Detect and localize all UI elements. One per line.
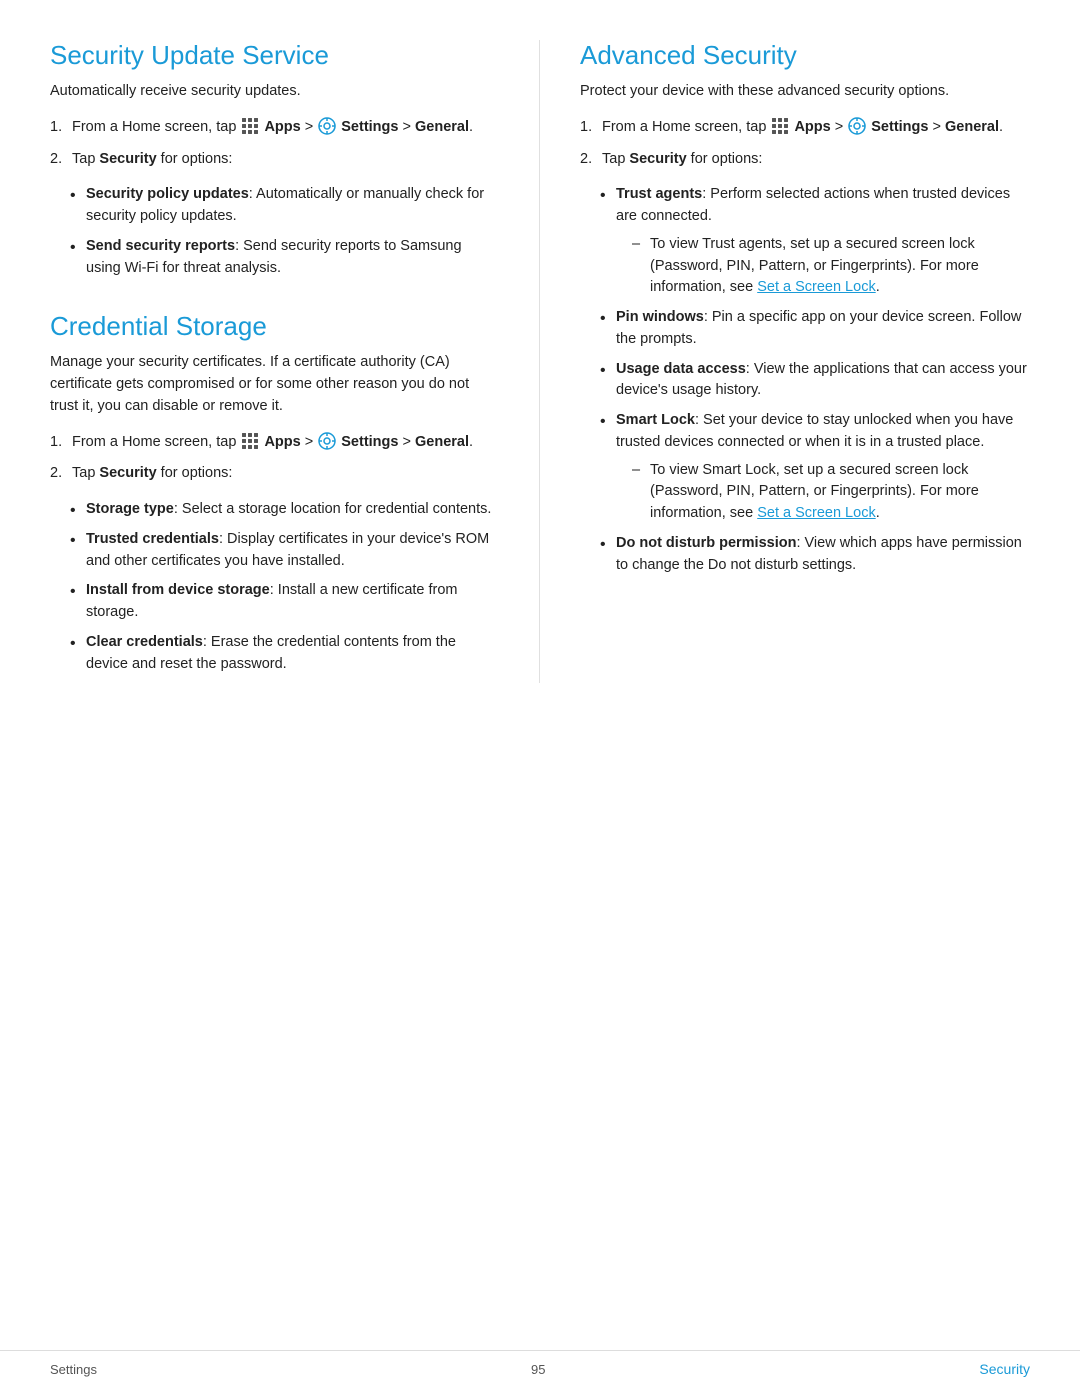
security-update-service-steps: 1. From a Home screen, tap	[50, 117, 499, 171]
smart-lock-period: .	[876, 505, 880, 521]
advanced-security-intro: Protect your device with these advanced …	[580, 81, 1030, 103]
general-label-2: General	[415, 434, 469, 450]
apps-label-3: Apps	[794, 119, 830, 135]
bullet-send-security: Send security reports: Send security rep…	[70, 236, 499, 280]
apps-label-2: Apps	[264, 434, 300, 450]
left-column: Security Update Service Automatically re…	[50, 40, 540, 683]
cred-step-2: 2. Tap Security for options:	[50, 463, 499, 485]
security-update-bullets: Security policy updates: Automatically o…	[70, 184, 499, 279]
credential-storage-bullets: Storage type: Select a storage location …	[70, 499, 499, 675]
credential-storage-title: Credential Storage	[50, 311, 499, 342]
step-1-text: From a Home screen, tap	[72, 119, 473, 135]
bullet-bold: Clear credentials	[86, 634, 203, 650]
bullet-bold: Do not disturb permission	[616, 535, 796, 551]
step-num-1: 1.	[50, 432, 62, 454]
cred-step-1: 1. From a Home screen, tap	[50, 432, 499, 454]
settings-icon-2	[318, 432, 336, 450]
bullet-rest: : Select a storage location for credenti…	[174, 501, 492, 517]
apps-icon	[241, 117, 259, 135]
trust-agents-period: .	[876, 279, 880, 295]
apps-label: Apps	[264, 119, 300, 135]
advanced-security-title: Advanced Security	[580, 40, 1030, 71]
step-2-text: Tap Security for options:	[72, 151, 232, 167]
bullet-bold: Usage data access	[616, 361, 746, 377]
step-num-2: 2.	[50, 149, 62, 171]
adv-step-1: 1. From a Home screen, tap	[580, 117, 1030, 139]
step-num-1: 1.	[50, 117, 62, 139]
security-update-service-title: Security Update Service	[50, 40, 499, 71]
bullet-bold: Install from device storage	[86, 582, 270, 598]
credential-storage-intro: Manage your security certificates. If a …	[50, 352, 499, 417]
settings-label: Settings	[341, 119, 398, 135]
step-2: 2. Tap Security for options:	[50, 149, 499, 171]
right-column: Advanced Security Protect your device wi…	[540, 40, 1030, 683]
advanced-security-steps: 1. From a Home screen, tap	[580, 117, 1030, 171]
bullet-bold: Storage type	[86, 501, 174, 517]
bullet-trusted-creds: Trusted credentials: Display certificate…	[70, 529, 499, 573]
cred-step-1-text: From a Home screen, tap	[72, 434, 473, 450]
bullet-bold: Pin windows	[616, 309, 704, 325]
bullet-security-policy: Security policy updates: Automatically o…	[70, 184, 499, 228]
footer-left: Settings	[50, 1362, 97, 1377]
bullet-pin-windows: Pin windows: Pin a specific app on your …	[600, 307, 1030, 351]
adv-step-1-text: From a Home screen, tap	[602, 119, 1003, 135]
smart-lock-sub-item: To view Smart Lock, set up a secured scr…	[632, 460, 1030, 525]
set-screen-lock-link-2[interactable]: Set a Screen Lock	[757, 505, 876, 521]
bullet-bold: Send security reports	[86, 238, 235, 254]
bullet-bold: Trusted credentials	[86, 531, 219, 547]
credential-storage-section: Credential Storage Manage your security …	[50, 311, 499, 675]
advanced-security-bullets: Trust agents: Perform selected actions w…	[600, 184, 1030, 576]
settings-icon	[318, 117, 336, 135]
bullet-storage-type: Storage type: Select a storage location …	[70, 499, 499, 521]
trust-agents-sub: To view Trust agents, set up a secured s…	[632, 234, 1030, 299]
adv-step-num-1: 1.	[580, 117, 592, 139]
page-number: 95	[531, 1362, 545, 1377]
bullet-clear-creds: Clear credentials: Erase the credential …	[70, 632, 499, 676]
adv-step-2-text: Tap Security for options:	[602, 151, 762, 167]
apps-icon-3	[771, 117, 789, 135]
advanced-security-section: Advanced Security Protect your device wi…	[580, 40, 1030, 576]
page-footer: Settings 95 Security	[0, 1350, 1080, 1377]
set-screen-lock-link-1[interactable]: Set a Screen Lock	[757, 279, 876, 295]
bullet-bold: Security policy updates	[86, 186, 249, 202]
footer-right: Security	[979, 1361, 1030, 1377]
trust-agents-sub-item: To view Trust agents, set up a secured s…	[632, 234, 1030, 299]
cred-step-2-text: Tap Security for options:	[72, 465, 232, 481]
adv-step-num-2: 2.	[580, 149, 592, 171]
security-update-service-intro: Automatically receive security updates.	[50, 81, 499, 103]
bullet-usage-data: Usage data access: View the applications…	[600, 359, 1030, 403]
step-num-2b: 2.	[50, 463, 62, 485]
bullet-trust-agents: Trust agents: Perform selected actions w…	[600, 184, 1030, 299]
bullet-do-not-disturb: Do not disturb permission: View which ap…	[600, 533, 1030, 577]
smart-lock-sub: To view Smart Lock, set up a secured scr…	[632, 460, 1030, 525]
settings-icon-3	[848, 117, 866, 135]
settings-label-2: Settings	[341, 434, 398, 450]
apps-icon-2	[241, 432, 259, 450]
general-label-3: General	[945, 119, 999, 135]
bullet-bold: Smart Lock	[616, 412, 695, 428]
bullet-bold: Trust agents	[616, 186, 702, 202]
step-1: 1. From a Home screen, tap	[50, 117, 499, 139]
bullet-install-from-storage: Install from device storage: Install a n…	[70, 580, 499, 624]
credential-storage-steps: 1. From a Home screen, tap	[50, 432, 499, 486]
adv-step-2: 2. Tap Security for options:	[580, 149, 1030, 171]
bullet-smart-lock: Smart Lock: Set your device to stay unlo…	[600, 410, 1030, 525]
general-label: General	[415, 119, 469, 135]
security-update-service-section: Security Update Service Automatically re…	[50, 40, 499, 279]
settings-label-3: Settings	[871, 119, 928, 135]
